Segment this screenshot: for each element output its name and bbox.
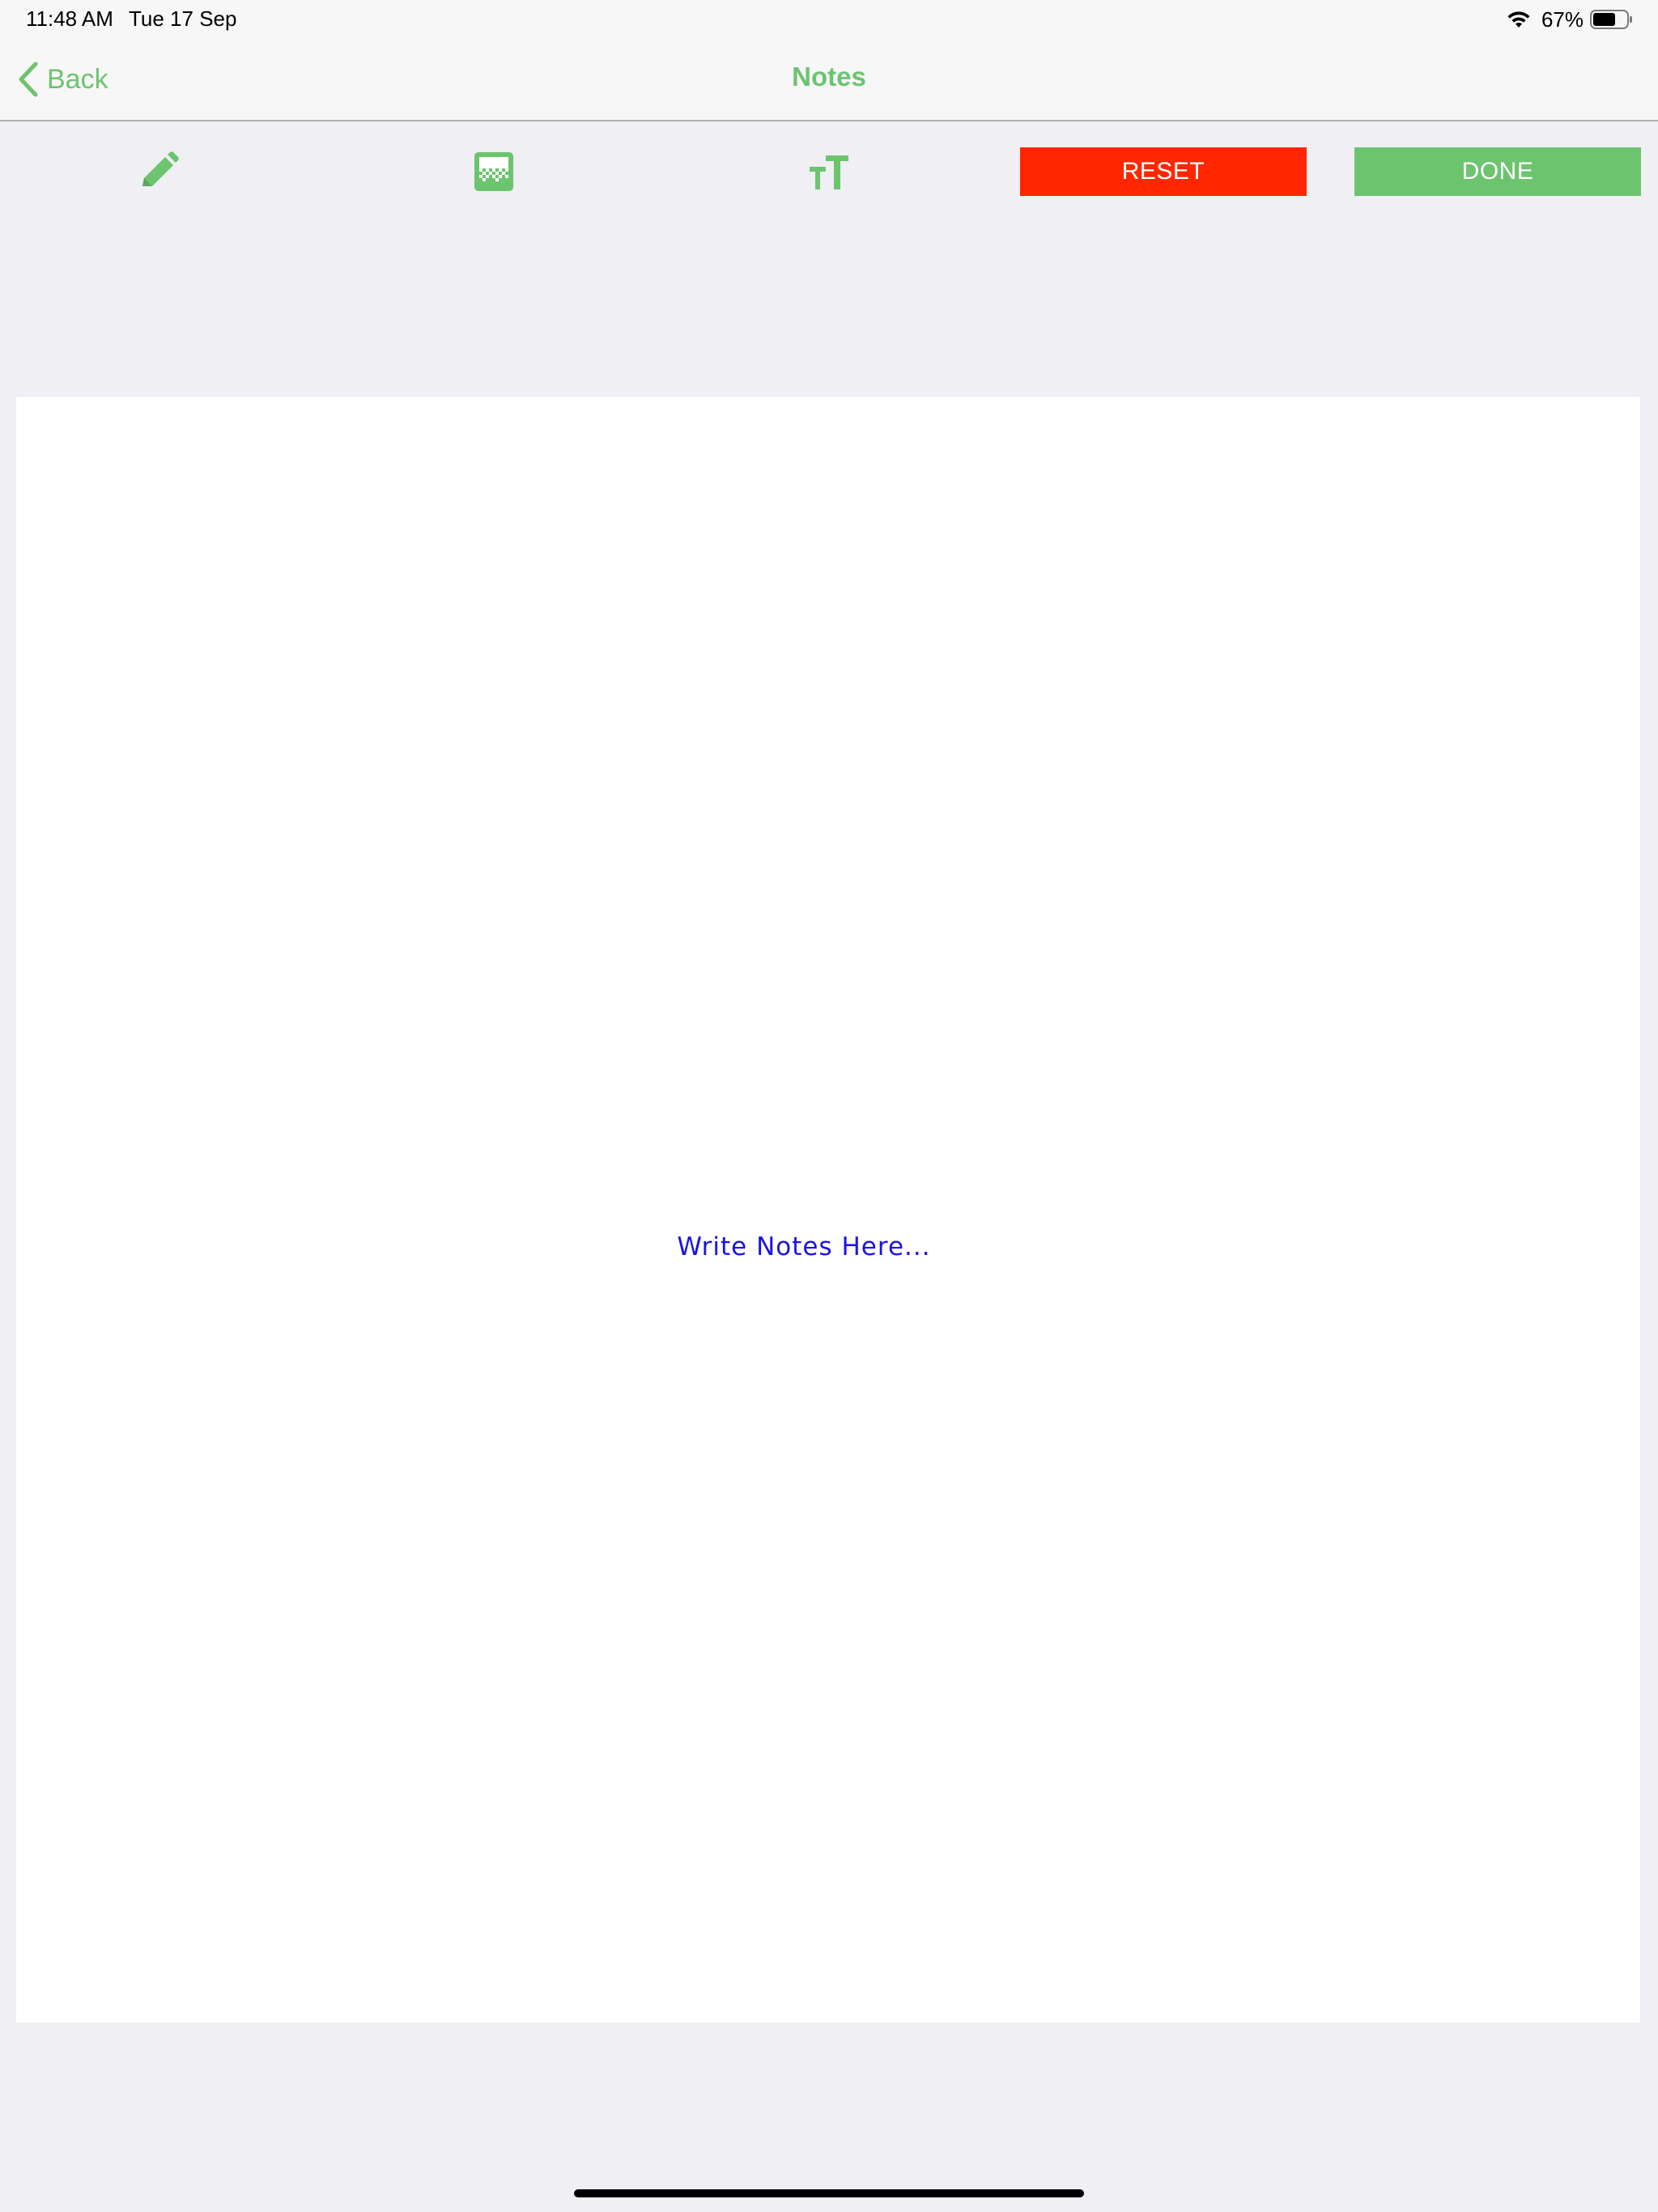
battery-percent: 67% — [1541, 6, 1584, 32]
navigation-bar: Back Notes — [0, 39, 1658, 121]
text-size-tool-button[interactable] — [797, 139, 861, 204]
page-title: Notes — [792, 62, 866, 91]
status-time: 11:48 AM — [26, 6, 113, 31]
eraser-icon — [474, 152, 513, 191]
pencil-tool-button[interactable] — [126, 139, 191, 204]
drawing-toolbar: RESET DONE — [0, 121, 1658, 219]
status-date: Tue 17 Sep — [129, 6, 237, 31]
done-button[interactable]: DONE — [1354, 147, 1641, 196]
home-indicator[interactable] — [574, 2189, 1084, 2197]
battery-icon — [1590, 10, 1632, 29]
pencil-icon — [142, 151, 179, 186]
wifi-icon — [1507, 11, 1530, 28]
eraser-tool-button[interactable] — [461, 139, 526, 204]
status-indicators: 67% — [1506, 6, 1634, 33]
notes-canvas[interactable]: Write Notes Here... — [16, 397, 1640, 2023]
reset-button[interactable]: RESET — [1020, 147, 1307, 196]
text-size-icon — [810, 155, 848, 189]
notes-placeholder: Write Notes Here... — [677, 1232, 931, 1261]
status-bar: 11:48 AM Tue 17 Sep 67% — [0, 0, 1658, 39]
